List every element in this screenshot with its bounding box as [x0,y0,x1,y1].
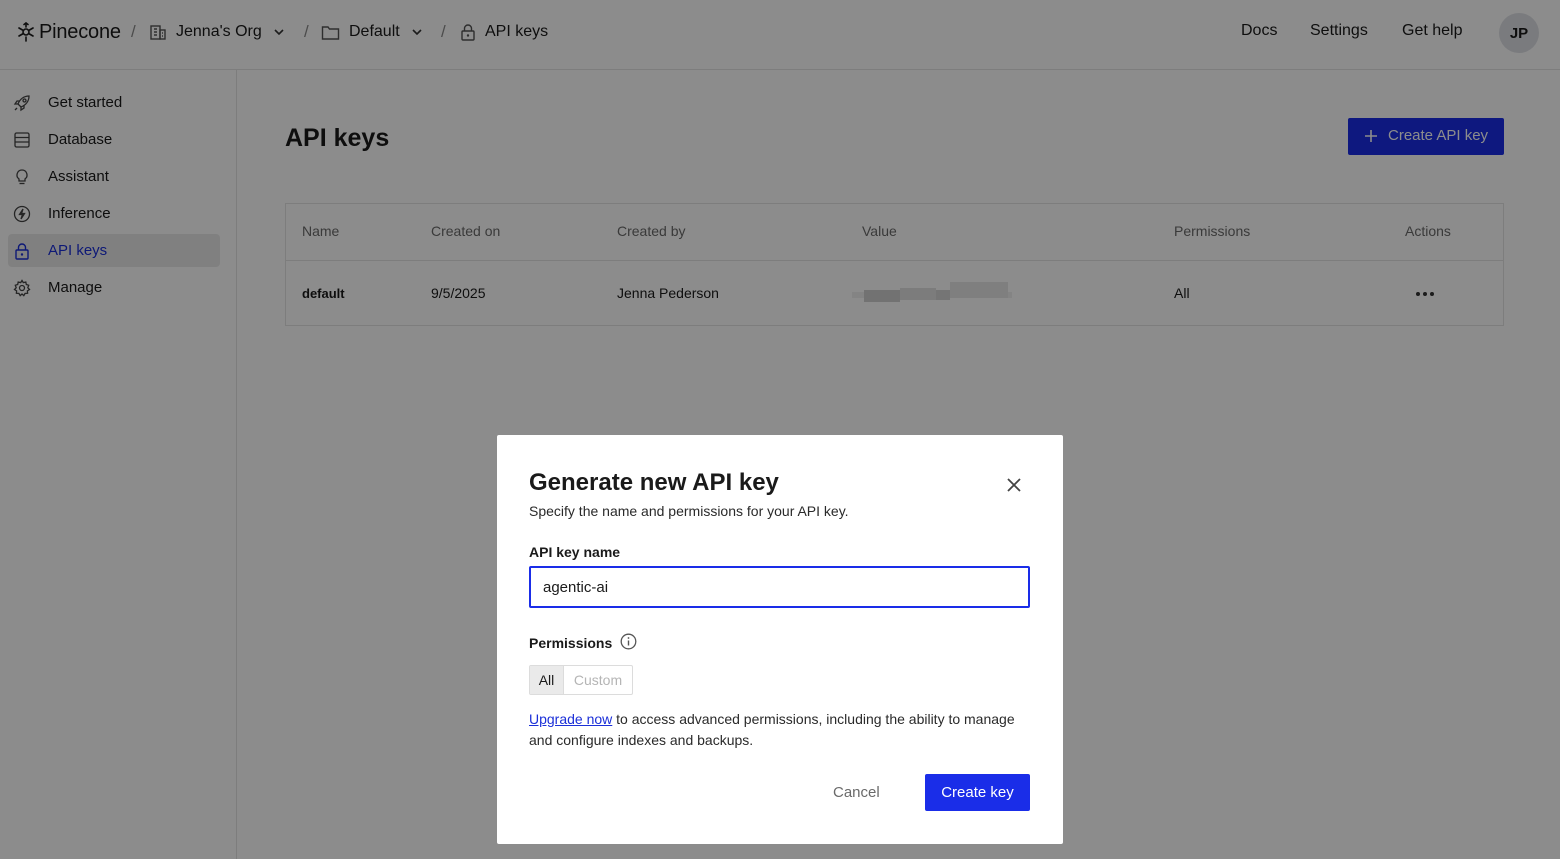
cancel-button[interactable]: Cancel [833,784,880,801]
dialog-subtitle: Specify the name and permissions for you… [529,503,849,519]
close-icon[interactable] [1003,474,1025,496]
generate-api-key-dialog: Generate new API key Specify the name an… [497,435,1063,844]
create-key-button[interactable]: Create key [925,774,1030,811]
app-page: Pinecone / Jenna's Org / Default / API k… [0,0,1560,859]
api-key-name-input[interactable] [529,566,1030,608]
info-icon[interactable] [620,633,637,650]
upgrade-notice: Upgrade now to access advanced permissio… [529,709,1029,751]
permissions-toggle: All Custom [529,665,633,695]
permissions-label: Permissions [529,635,613,651]
upgrade-now-link[interactable]: Upgrade now [529,711,612,727]
dialog-title: Generate new API key [529,469,779,496]
permission-option-custom[interactable]: Custom [564,666,632,694]
api-key-name-label: API key name [529,544,621,560]
permission-option-all[interactable]: All [530,666,564,694]
